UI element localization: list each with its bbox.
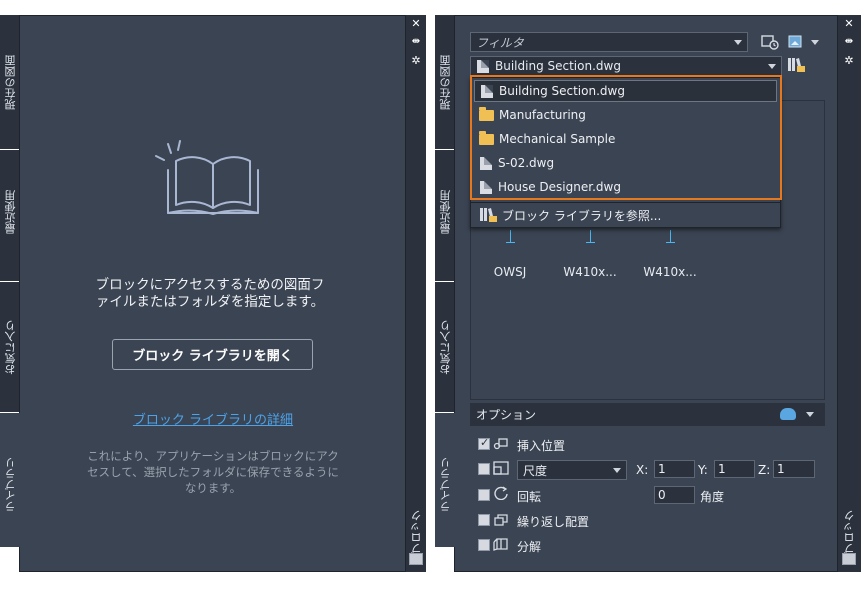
palette-title-bar[interactable]: ✕ ⇹ ✲ ブロック [838, 15, 861, 572]
scale-x-input[interactable]: 1 [654, 460, 695, 478]
scale-icon [493, 461, 509, 475]
tab-current-drawing[interactable]: 現在の図面 [435, 15, 455, 149]
message-line: ァイルまたはフォルダを指定します。 [95, 294, 325, 310]
repeat-placement-checkbox[interactable] [478, 514, 490, 526]
dropdown-divider [471, 202, 780, 203]
tab-label: 現在の図面 [439, 55, 452, 110]
hint-line: これにより、アプリケーションはブロックにアク [87, 449, 339, 463]
tab-label: ライブラリ [439, 457, 452, 512]
palette-title: ブロック [410, 510, 423, 554]
insertion-point-icon [493, 438, 508, 450]
properties-gear-icon[interactable]: ✲ [409, 55, 423, 67]
detail-link-row: ブロック ライブラリの詳細 [20, 409, 406, 428]
explode-checkbox[interactable] [478, 539, 490, 551]
rotation-label: 回転 [517, 490, 542, 504]
thumbnail-view-icon[interactable] [788, 35, 804, 49]
open-book-icon [155, 140, 259, 215]
block-name: W410x... [643, 265, 697, 279]
block-palette-icon [409, 553, 423, 565]
browse-item-label: ブロック ライブラリを参照... [502, 208, 662, 223]
auto-hide-icon[interactable]: ⇹ [409, 36, 423, 48]
rotation-checkbox[interactable] [478, 489, 490, 501]
tab-recent[interactable]: 最近使用 [0, 150, 20, 281]
close-icon[interactable]: ✕ [842, 18, 856, 30]
chevron-down-icon[interactable] [811, 40, 819, 45]
scale-dropdown[interactable]: 尺度 [517, 460, 627, 480]
tab-favorites[interactable]: お気に入り [0, 282, 20, 412]
repeat-placement-icon [494, 514, 508, 526]
tab-current-drawing[interactable]: 現在の図面 [0, 15, 20, 149]
palette-title-bar[interactable]: ✕ ⇹ ✲ ブロック [406, 15, 426, 572]
dropdown-highlight-frame [470, 75, 782, 200]
tab-label: ライブラリ [4, 457, 17, 512]
chevron-down-icon[interactable] [806, 412, 814, 417]
z-label: Z: [758, 463, 771, 477]
options-title: オプション [476, 408, 537, 422]
scale-value: 尺度 [523, 463, 548, 478]
explode-icon [493, 538, 508, 551]
hint-line: セスして、選択したフォルダに保存できるように [87, 465, 339, 479]
tab-label: お気に入り [4, 320, 17, 375]
drawing-file-icon [477, 59, 489, 73]
block-library-details-link[interactable]: ブロック ライブラリの詳細 [20, 409, 406, 428]
hint-text: これにより、アプリケーションはブロックにアク セスして、選択したフォルダに保存で… [60, 448, 366, 496]
angle-label: 角度 [700, 490, 725, 504]
browse-block-library-item[interactable]: ブロック ライブラリを参照... [474, 204, 777, 226]
chevron-down-icon[interactable] [613, 468, 621, 473]
browse-library-icon[interactable] [786, 56, 806, 74]
tab-recent[interactable]: 最近使用 [435, 150, 455, 281]
insertion-point-label: 挿入位置 [517, 439, 566, 453]
repeat-placement-label: 繰り返し配置 [517, 515, 590, 529]
insertion-point-checkbox[interactable] [478, 436, 490, 450]
message-line: ブロックにアクセスするための図面フ [95, 277, 325, 293]
instruction-message: ブロックにアクセスするための図面フ ァイルまたはフォルダを指定します。 [60, 277, 360, 311]
block-palette-icon [842, 553, 856, 565]
chevron-down-icon[interactable] [768, 64, 776, 69]
rotation-icon [494, 486, 508, 500]
insert-clock-icon[interactable] [760, 33, 780, 51]
tab-label: お気に入り [439, 320, 452, 375]
tab-label: 最近使用 [439, 190, 452, 234]
tab-favorites[interactable]: お気に入り [435, 282, 455, 412]
angle-input[interactable]: 0 [654, 486, 695, 504]
scale-z-input[interactable]: 1 [773, 460, 815, 478]
tab-libraries[interactable]: ライブラリ [0, 413, 20, 547]
options-header[interactable]: オプション [470, 403, 825, 426]
palette-title: ブロック [843, 510, 856, 554]
tab-label: 最近使用 [4, 190, 17, 234]
close-icon[interactable]: ✕ [409, 18, 423, 30]
block-name: OWSJ [493, 265, 527, 279]
scale-checkbox[interactable] [478, 463, 490, 475]
chevron-down-icon[interactable] [734, 40, 742, 45]
open-block-library-button[interactable]: ブロック ライブラリを開く [112, 339, 313, 370]
block-name: W410x... [563, 265, 617, 279]
cloud-settings-icon[interactable] [780, 408, 796, 420]
y-label: Y: [698, 463, 708, 477]
filter-placeholder: フィルタ [476, 35, 524, 50]
filter-input[interactable]: フィルタ [470, 32, 748, 52]
auto-hide-icon[interactable]: ⇹ [842, 36, 856, 48]
library-combo-value: Building Section.dwg [495, 59, 621, 73]
explode-label: 分解 [517, 540, 542, 554]
tab-libraries[interactable]: ライブラリ [435, 413, 455, 547]
tab-label: 現在の図面 [4, 55, 17, 110]
browse-library-icon [480, 208, 497, 222]
x-label: X: [636, 463, 649, 477]
library-combo[interactable]: Building Section.dwg [470, 56, 782, 76]
properties-gear-icon[interactable]: ✲ [842, 55, 856, 67]
hint-line: なります。 [184, 481, 242, 495]
scale-y-input[interactable]: 1 [714, 460, 755, 478]
